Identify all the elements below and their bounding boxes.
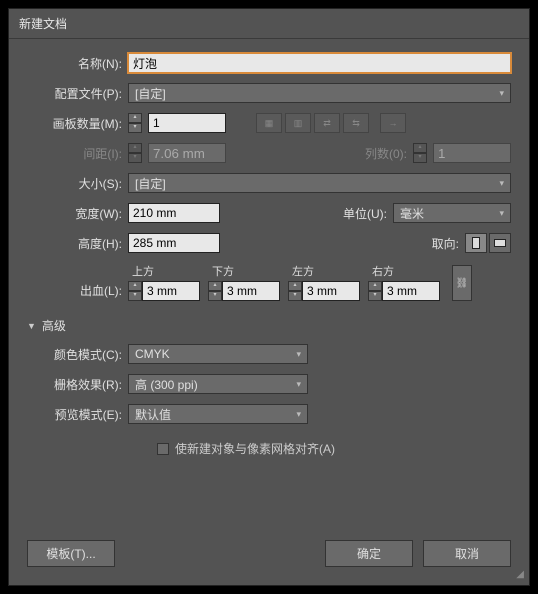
size-row: 大小(S): [自定] <box>27 173 511 193</box>
arrange-row-ltr-icon: ⇆ <box>343 113 369 133</box>
align-grid-label: 使新建对象与像素网格对齐(A) <box>175 440 335 457</box>
raster-label: 栅格效果(R): <box>27 376 122 393</box>
name-row: 名称(N): <box>27 53 511 73</box>
bleed-bottom-input[interactable] <box>222 281 280 301</box>
spacing-stepper: ▴▾ <box>128 143 142 163</box>
size-value: [自定] <box>135 175 166 192</box>
columns-label: 列数(0): <box>337 145 407 162</box>
raster-row: 栅格效果(R): 高 (300 ppi) <box>27 374 511 394</box>
height-label: 高度(H): <box>27 235 122 252</box>
bleed-row: 出血(L): 上方 ▴▾ 下方 ▴▾ 左方 <box>27 263 511 301</box>
preview-row: 预览模式(E): 默认值 <box>27 404 511 424</box>
profile-select[interactable]: [自定] <box>128 83 511 103</box>
bleed-group: 上方 ▴▾ 下方 ▴▾ 左方 ▴▾ <box>128 263 440 301</box>
color-mode-select[interactable]: CMYK <box>128 344 308 364</box>
preview-value: 默认值 <box>135 406 171 423</box>
dialog-content: 名称(N): 配置文件(P): [自定] 画板数量(M): ▴▾ ▦ ▥ ⇄ ⇆… <box>9 39 529 528</box>
color-mode-value: CMYK <box>135 347 170 361</box>
disclosure-triangle-icon: ▼ <box>27 321 36 331</box>
width-row: 宽度(W): 单位(U): 毫米 <box>27 203 511 223</box>
profile-value: [自定] <box>135 85 166 102</box>
arrange-grid-row-icon: ▦ <box>256 113 282 133</box>
arrange-buttons: ▦ ▥ ⇄ ⇆ → <box>256 113 406 133</box>
arrange-arrow-icon: → <box>380 113 406 133</box>
align-grid-row: 使新建对象与像素网格对齐(A) <box>157 440 511 457</box>
size-select[interactable]: [自定] <box>128 173 511 193</box>
spacing-row: 间距(I): ▴▾ 列数(0): ▴▾ <box>27 143 511 163</box>
preview-label: 预览模式(E): <box>27 406 122 423</box>
bleed-top-input[interactable] <box>142 281 200 301</box>
color-mode-row: 颜色模式(C): CMYK <box>27 344 511 364</box>
raster-select[interactable]: 高 (300 ppi) <box>128 374 308 394</box>
bleed-top-label: 上方 <box>128 263 200 279</box>
artboards-stepper[interactable]: ▴▾ <box>128 113 142 133</box>
template-button[interactable]: 模板(T)... <box>27 540 115 567</box>
ok-button[interactable]: 确定 <box>325 540 413 567</box>
columns-input <box>433 143 511 163</box>
bleed-top-stepper[interactable]: ▴▾ <box>128 281 142 301</box>
spacing-label: 间距(I): <box>27 145 122 162</box>
profile-row: 配置文件(P): [自定] <box>27 83 511 103</box>
button-bar: 模板(T)... 确定 取消 <box>9 528 529 585</box>
name-input[interactable] <box>128 53 511 73</box>
bleed-bottom-stepper[interactable]: ▴▾ <box>208 281 222 301</box>
artboards-input[interactable] <box>148 113 226 133</box>
bleed-right-stepper[interactable]: ▴▾ <box>368 281 382 301</box>
orientation-landscape-button[interactable] <box>489 233 511 253</box>
units-value: 毫米 <box>400 205 424 222</box>
width-label: 宽度(W): <box>27 205 122 222</box>
raster-value: 高 (300 ppi) <box>135 376 198 393</box>
units-label: 单位(U): <box>317 205 387 222</box>
advanced-section-header[interactable]: ▼ 高级 <box>27 317 511 334</box>
orientation-label: 取向: <box>389 235 459 252</box>
bleed-right-label: 右方 <box>368 263 440 279</box>
columns-stepper: ▴▾ <box>413 143 427 163</box>
link-bleed-button[interactable]: ⛓ <box>452 265 472 301</box>
bleed-left-input[interactable] <box>302 281 360 301</box>
name-label: 名称(N): <box>27 55 122 72</box>
bleed-bottom-label: 下方 <box>208 263 280 279</box>
arrange-grid-col-icon: ▥ <box>285 113 311 133</box>
bleed-left-stepper[interactable]: ▴▾ <box>288 281 302 301</box>
width-input[interactable] <box>128 203 220 223</box>
cancel-button[interactable]: 取消 <box>423 540 511 567</box>
height-input[interactable] <box>128 233 220 253</box>
profile-label: 配置文件(P): <box>27 85 122 102</box>
align-grid-checkbox[interactable] <box>157 443 169 455</box>
artboards-row: 画板数量(M): ▴▾ ▦ ▥ ⇄ ⇆ → <box>27 113 511 133</box>
arrange-row-rtl-icon: ⇄ <box>314 113 340 133</box>
dialog-title: 新建文档 <box>9 9 529 39</box>
spacing-input <box>148 143 226 163</box>
bleed-left-label: 左方 <box>288 263 360 279</box>
orientation-buttons <box>465 233 511 253</box>
new-document-dialog: 新建文档 名称(N): 配置文件(P): [自定] 画板数量(M): ▴▾ ▦ … <box>8 8 530 586</box>
height-row: 高度(H): 取向: <box>27 233 511 253</box>
resize-grip-icon[interactable]: ◢ <box>516 569 524 580</box>
preview-select[interactable]: 默认值 <box>128 404 308 424</box>
advanced-label: 高级 <box>42 317 66 334</box>
size-label: 大小(S): <box>27 175 122 192</box>
bleed-label: 出血(L): <box>27 282 122 299</box>
units-select[interactable]: 毫米 <box>393 203 511 223</box>
bleed-right-input[interactable] <box>382 281 440 301</box>
artboards-label: 画板数量(M): <box>27 115 122 132</box>
color-mode-label: 颜色模式(C): <box>27 346 122 363</box>
orientation-portrait-button[interactable] <box>465 233 487 253</box>
